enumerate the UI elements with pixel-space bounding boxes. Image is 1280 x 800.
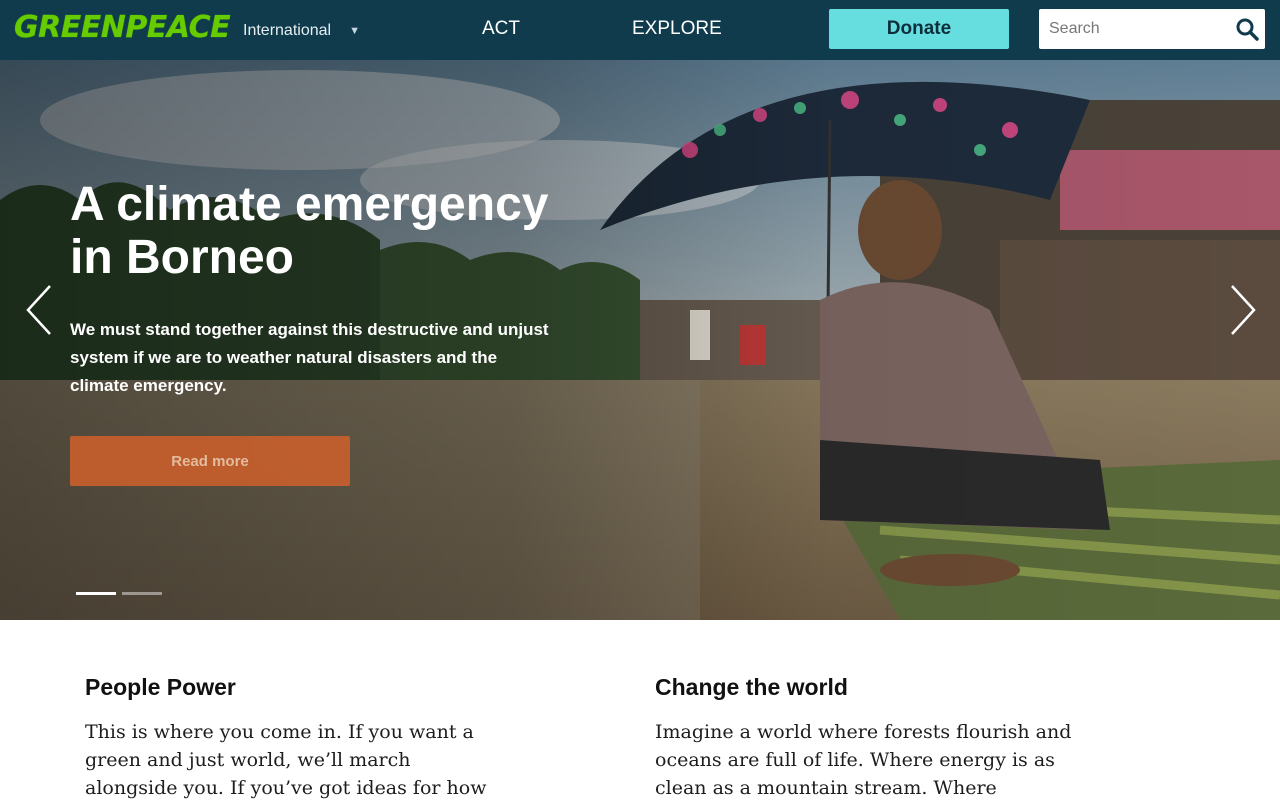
donate-button[interactable]: Donate: [829, 9, 1009, 49]
hero-description: We must stand together against this dest…: [70, 320, 549, 395]
section-heading: Change the world: [655, 674, 848, 700]
search-box: [1039, 9, 1265, 49]
read-more-button[interactable]: Read more: [70, 436, 350, 486]
section-text: This is where you come in. If you want a…: [85, 721, 487, 799]
nav-explore[interactable]: EXPLORE: [632, 18, 722, 40]
hero-carousel: A climate emergency in Borneo We must st…: [0, 60, 1280, 620]
people-power-section: People Power This is where you come in. …: [85, 672, 515, 800]
country-selector-label: International: [243, 22, 332, 39]
section-heading: People Power: [85, 674, 236, 700]
nav-act[interactable]: ACT: [482, 18, 520, 40]
search-icon[interactable]: [1235, 17, 1259, 41]
chevron-right-icon[interactable]: [1222, 282, 1262, 338]
top-navigation-bar: GREENPEACE International ▼ ACT EXPLORE D…: [0, 0, 1280, 60]
hero-title: A climate emergency in Borneo: [70, 178, 549, 284]
country-selector[interactable]: International ▼: [243, 20, 360, 42]
carousel-dot-2[interactable]: [122, 592, 162, 595]
carousel-dot-1[interactable]: [76, 592, 116, 595]
change-the-world-section: Change the world Imagine a world where f…: [655, 672, 1085, 800]
chevron-down-icon: ▼: [349, 25, 360, 37]
greenpeace-logo[interactable]: GREENPEACE: [14, 10, 231, 48]
section-text: Imagine a world where forests flourish a…: [655, 721, 1072, 799]
chevron-left-icon[interactable]: [20, 282, 60, 338]
search-input[interactable]: [1039, 9, 1229, 49]
carousel-indicators: [76, 592, 162, 595]
